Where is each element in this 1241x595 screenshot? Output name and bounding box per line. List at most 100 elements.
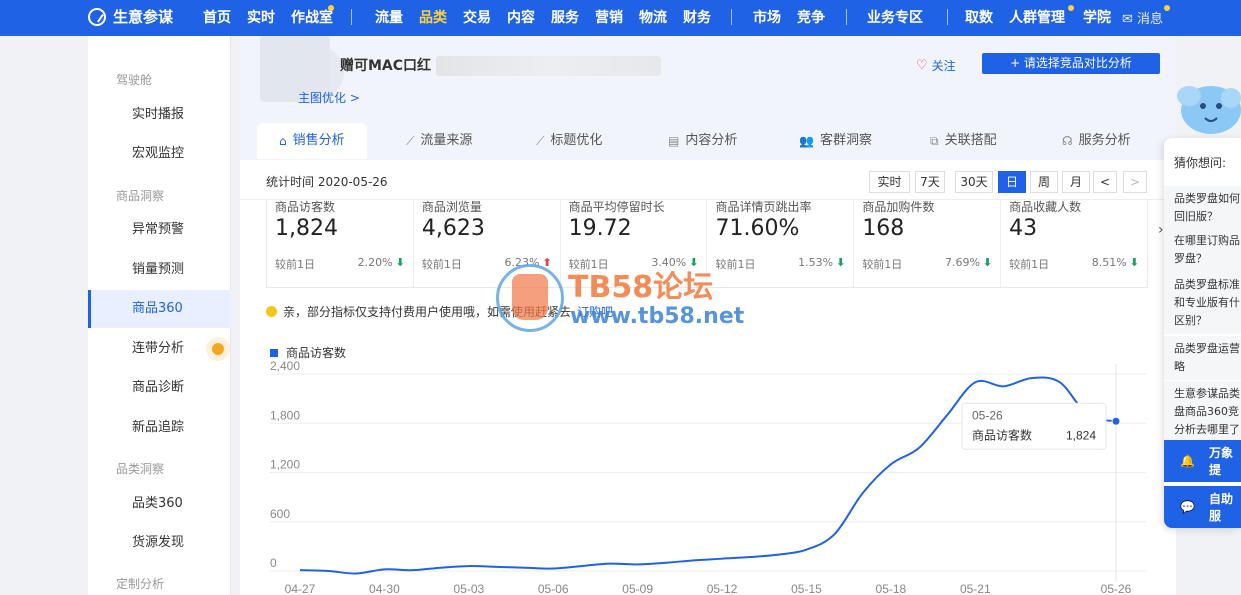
sidebar-group-custom: 定制分析: [116, 577, 165, 591]
metric-add-to-cart[interactable]: 商品加购件数 168 较前1日 7.69% ⬇: [854, 200, 1002, 287]
main-image-optimize-link[interactable]: 主图优化 >: [298, 89, 360, 106]
wanxiang-help-button[interactable]: 🔔 万象提: [1164, 440, 1241, 482]
nav-market[interactable]: 市场: [753, 7, 781, 27]
help-question-3[interactable]: 品类罗盘标准 和专业版有什 区别？: [1164, 272, 1241, 334]
nav-data-fetch[interactable]: 取数: [965, 7, 993, 27]
help-question-5[interactable]: 生意参谋品类 盘商品360竞 分析去哪里了: [1164, 381, 1241, 443]
bell-icon: 🔔: [1180, 454, 1195, 468]
range-month[interactable]: 月: [1062, 171, 1090, 193]
range-30days[interactable]: 30天: [955, 171, 993, 193]
sidebar-item-bundle[interactable]: 连带分析: [88, 330, 231, 368]
nav-competition[interactable]: 竞争: [797, 7, 825, 27]
nav-finance[interactable]: 财务: [683, 7, 711, 27]
brand-logo[interactable]: 生意参谋: [88, 6, 173, 27]
tab-matching[interactable]: ⧉ 关联搭配: [930, 123, 997, 159]
brand-name: 生意参谋: [113, 8, 174, 26]
sidebar-item-sourcing[interactable]: 货源发现: [88, 524, 231, 562]
nav-business-zone[interactable]: 业务专区: [867, 7, 923, 27]
question-line: 分析去哪里了: [1174, 423, 1240, 436]
tab-sales[interactable]: ⌂ 销售分析: [257, 123, 367, 159]
sidebar-item-macro[interactable]: 宏观监控: [88, 135, 231, 173]
sidebar-item-product360[interactable]: 商品360: [88, 290, 231, 328]
chevron-right-icon[interactable]: ›: [1158, 222, 1164, 238]
metric-value: 168: [862, 216, 905, 241]
question-line: 回旧版？: [1174, 210, 1218, 223]
nav-category[interactable]: 品类: [419, 7, 447, 27]
metric-pct: 7.69%: [944, 256, 980, 269]
mascot-icon[interactable]: [1175, 80, 1241, 136]
top-navigation: 生意参谋 首页 实时 作战室 流量 品类 交易 内容 服务 营销 物流 财务 市…: [0, 0, 1241, 36]
metric-favorites[interactable]: 商品收藏人数 43 较前1日 8.51% ⬇: [1001, 200, 1147, 287]
next-date-button[interactable]: >: [1123, 171, 1147, 193]
nav-service[interactable]: 服务: [551, 7, 579, 27]
help-question-4[interactable]: 品类罗盘运营 略: [1164, 336, 1241, 380]
metric-pct: 1.53%: [798, 256, 834, 269]
trend-icon: ⟋: [536, 134, 545, 148]
nav-traffic[interactable]: 流量: [375, 7, 403, 27]
hand-icon: [512, 274, 548, 320]
sidebar-item-diagnosis[interactable]: 商品诊断: [88, 369, 231, 407]
tab-audience[interactable]: 👥 客群洞察: [799, 123, 872, 159]
tab-traffic[interactable]: ⟋ 流量来源: [406, 123, 472, 159]
nav-marketing[interactable]: 营销: [595, 7, 623, 27]
metric-visitors[interactable]: 商品访客数 1,824 较前1日 2.20% ⬇: [267, 200, 414, 287]
help-question-2[interactable]: 在哪里订购品 罗盘？: [1164, 228, 1241, 272]
nav-realtime[interactable]: 实时: [247, 7, 275, 27]
metric-compare: 较前1日: [421, 258, 462, 271]
nav-transaction[interactable]: 交易: [463, 7, 491, 27]
prev-date-button[interactable]: <: [1093, 171, 1117, 193]
compare-competitor-button[interactable]: + 请选择竞品对比分析: [982, 53, 1160, 74]
help-panel: 猜你想问: 品类罗盘如何 回旧版？ 在哪里订购品 罗盘？ 品类罗盘标准 和专业版…: [1164, 138, 1241, 528]
x-tick-label: 05-09: [622, 582, 653, 595]
y-tick-label: 1,800: [270, 408, 300, 422]
metric-label: 商品访客数: [275, 200, 336, 214]
sidebar-item-forecast[interactable]: 销量预测: [88, 251, 231, 289]
x-tick-label: 05-15: [791, 582, 822, 595]
tab-service[interactable]: ☊ 服务分析: [1062, 123, 1131, 159]
nav-audience[interactable]: 人群管理: [1009, 7, 1065, 27]
sidebar-item-anomaly[interactable]: 异常预警: [88, 211, 231, 249]
nav-academy[interactable]: 学院: [1083, 7, 1111, 27]
x-tick-label: 05-12: [707, 582, 738, 595]
metric-change: 8.51% ⬇: [1092, 256, 1139, 269]
visitors-line-chart[interactable]: 0 600 1,200 1,800 2,400 04-27 04-30 05-03 05-06 0…: [240, 356, 1176, 595]
tab-label: 服务分析: [1078, 133, 1131, 148]
sidebar-item-new-product[interactable]: 新品追踪: [88, 409, 231, 447]
nav-war-room[interactable]: 作战室: [291, 7, 333, 27]
sidebar-item-realtime[interactable]: 实时播报: [88, 96, 231, 134]
tooltip-date: 05-26: [972, 408, 1003, 422]
metric-pct: 8.51%: [1091, 256, 1127, 269]
range-7days[interactable]: 7天: [915, 171, 945, 193]
product-header: 赠可MAC口红 主图优化 > ♡ 关注 + 请选择竞品对比分析 ⌂ 销售分析 ⟋…: [240, 36, 1176, 160]
follow-button[interactable]: ♡ 关注: [916, 57, 956, 74]
metric-value: 19.72: [568, 216, 632, 241]
help-question-1[interactable]: 品类罗盘如何 回旧版？: [1164, 186, 1241, 230]
sidebar-group-cockpit: 驾驶舱: [116, 73, 153, 87]
question-line: 在哪里订购品: [1174, 234, 1240, 247]
redacted-title: [436, 56, 661, 76]
arrow-down-icon: ⬇: [836, 256, 846, 269]
messages-link[interactable]: ✉ 消息: [1122, 8, 1163, 27]
metric-compare: 较前1日: [862, 258, 903, 271]
messages-label: 消息: [1137, 12, 1164, 27]
nav-home[interactable]: 首页: [203, 7, 231, 27]
x-tick-label: 05-03: [453, 582, 484, 595]
self-service-button[interactable]: 💬 自助服: [1164, 486, 1241, 528]
tab-label: 标题优化: [550, 133, 603, 148]
tooltip-value: 1,824: [1066, 428, 1096, 442]
nav-content[interactable]: 内容: [507, 7, 535, 27]
nav-logistics[interactable]: 物流: [639, 7, 667, 27]
tab-content[interactable]: ▤ 内容分析: [668, 123, 737, 159]
range-week[interactable]: 周: [1030, 171, 1058, 193]
x-tick-label: 05-18: [876, 582, 907, 595]
metric-value: 43: [1009, 216, 1038, 241]
question-line: 和专业版有什: [1174, 296, 1240, 309]
range-realtime[interactable]: 实时: [869, 171, 910, 193]
question-line: 品类罗盘运营: [1174, 342, 1240, 355]
range-day[interactable]: 日: [998, 171, 1026, 193]
watermark-url: www.tb58.net: [570, 304, 745, 329]
metric-pct: 2.20%: [357, 256, 393, 269]
tab-title[interactable]: ⟋ 标题优化: [536, 123, 602, 159]
sidebar-item-category360[interactable]: 品类360: [88, 485, 231, 523]
notification-dot: [328, 5, 334, 11]
